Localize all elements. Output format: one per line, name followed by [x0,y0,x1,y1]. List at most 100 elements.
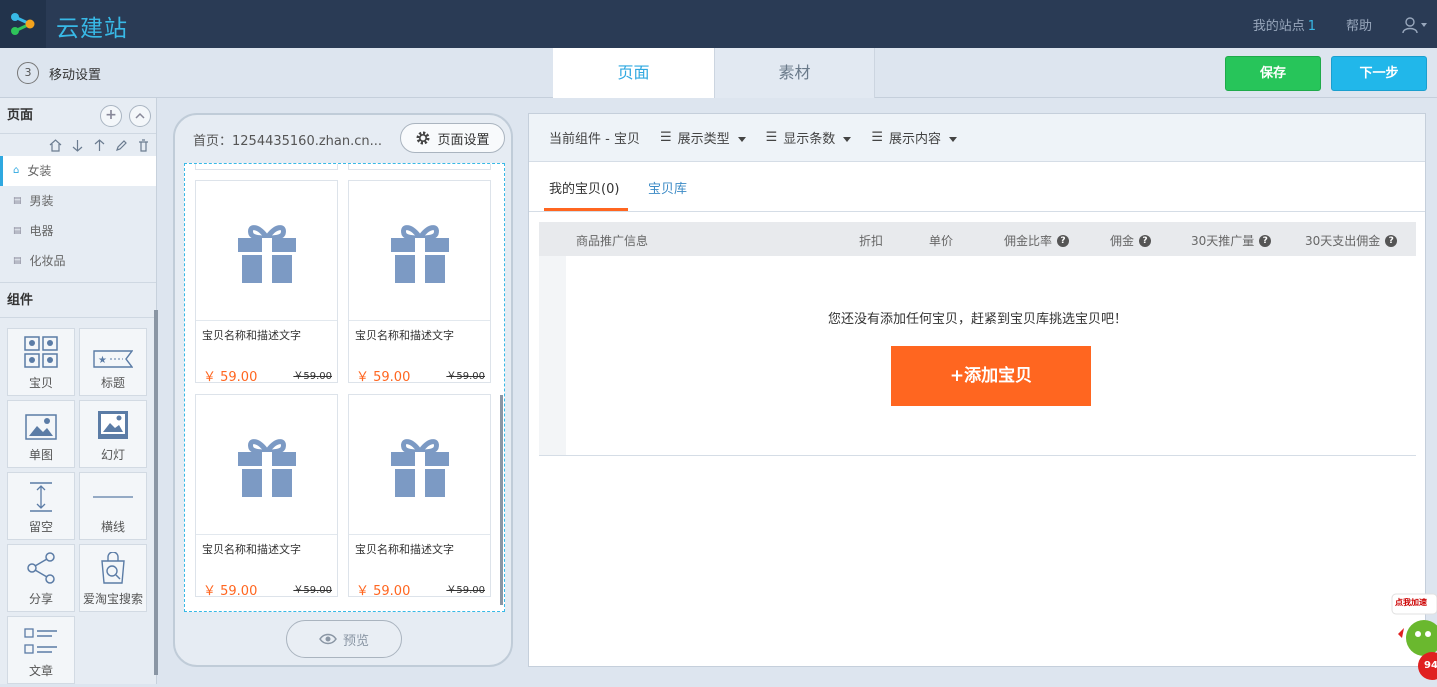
add-product-button[interactable]: +添加宝贝 [891,346,1091,406]
page-settings-label: 页面设置 [437,132,490,148]
add-page-button[interactable]: + [100,105,122,127]
column-header: 单价 [929,232,953,249]
help-icon[interactable]: ? [1385,234,1398,247]
gift-icon [237,438,296,498]
component-slideshow[interactable]: 幻灯 [79,400,147,468]
phone-scrollbar[interactable] [500,395,503,605]
component-spacer[interactable]: 留空 [7,472,75,540]
my-sites-link[interactable]: 我的站点 1 [1253,15,1316,34]
brand-name: 云建站 [56,16,128,42]
display-content-dropdown[interactable]: ☰ 展示内容 [871,128,957,147]
next-step-button[interactable]: 下一步 [1331,56,1427,91]
eye-icon [319,633,337,645]
title-icon: ★ [93,350,133,368]
tab-my-products[interactable]: 我的宝贝(0) [549,178,619,197]
page-item[interactable]: ▤ 电器 [0,216,156,246]
product-card[interactable]: 宝贝名称和描述文字 ￥ 59.00 ￥59.00 [348,180,491,385]
preview-button[interactable]: 预览 [286,620,402,658]
column-header: 商品推广信息 [576,232,648,249]
column-header: 30天推广量? [1191,232,1272,249]
component-label: 宝贝 [28,376,53,390]
left-sidebar: 页面 + ⌂ 女装 ▤ 男装 ▤ 电器 ▤ 化妆品 组件 宝贝 ★ 标题 单图 幻灯 [0,98,157,684]
slideshow-icon [98,411,128,439]
product-card[interactable]: 宝贝名称和描述文字 ￥ 59.00 ￥59.00 [195,394,338,599]
trash-icon[interactable] [137,138,150,152]
sidebar-scrollbar[interactable] [154,310,158,675]
product-price: ￥ 59.00 [356,370,411,385]
collapse-button[interactable] [129,105,151,127]
pages-title: 页面 [7,108,34,123]
component-label: 单图 [28,448,53,462]
chevron-down-icon [737,137,746,142]
grid-icon [24,336,58,368]
component-image[interactable]: 单图 [7,400,75,468]
product-card-partial[interactable] [195,164,338,170]
home-icon[interactable] [49,138,62,152]
empty-state: 您还没有添加任何宝贝，赶紧到宝贝库挑选宝贝吧！ +添加宝贝 [539,256,1416,456]
product-image [196,395,337,535]
page-item[interactable]: ▤ 男装 [0,186,156,216]
component-taobao-search[interactable]: 爱淘宝搜索 [79,544,147,612]
page-item[interactable]: ▤ 化妆品 [0,246,156,276]
component-label: 分享 [28,592,53,606]
component-label: 文章 [28,664,53,678]
product-card[interactable]: 宝贝名称和描述文字 ￥ 59.00 ￥59.00 [348,394,491,599]
my-sites-count: 1 [1307,19,1316,34]
arrow-down-icon[interactable] [71,139,84,152]
component-article[interactable]: 文章 [7,616,75,684]
component-toolbar: 当前组件 - 宝贝 ☰ 展示类型 ☰ 显示条数 ☰ 展示内容 [529,114,1425,162]
arrow-up-icon[interactable] [93,138,106,152]
column-header: 佣金比率? [1004,232,1070,249]
product-card[interactable]: 宝贝名称和描述文字 ￥ 59.00 ￥59.00 [195,180,338,385]
menu-icon: ☰ [871,130,883,145]
product-name: 宝贝名称和描述文字 [355,329,454,342]
edit-icon[interactable] [115,139,128,152]
tab-assets[interactable]: 素材 [714,48,875,98]
column-header: 折扣 [859,232,883,249]
page-item-label: 女装 [27,164,52,178]
help-icon[interactable]: ? [1139,234,1152,247]
display-count-dropdown[interactable]: ☰ 显示条数 [766,128,852,147]
tab-product-library[interactable]: 宝贝库 [648,178,687,197]
step-number: 3 [17,62,39,84]
page-item[interactable]: ⌂ 女装 [0,156,156,186]
image-icon [25,414,57,440]
product-card-partial[interactable] [348,164,491,170]
help-icon[interactable]: ? [1259,234,1272,247]
tab-page[interactable]: 页面 [553,48,714,98]
speed-up-widget[interactable]: 点我加速 94 [1388,590,1437,684]
chevron-down-icon [948,137,957,142]
speed-up-label: 点我加速 [1395,598,1427,607]
dropdown-label: 展示类型 [677,132,730,147]
svg-text:★: ★ [98,355,107,366]
article-icon [24,628,57,654]
product-image [349,181,490,321]
display-type-dropdown[interactable]: ☰ 展示类型 [660,128,746,147]
component-label: 爱淘宝搜索 [82,592,143,606]
product-name: 宝贝名称和描述文字 [202,329,301,342]
phone-page-url: 首页：1254435160.zhan.cn... [193,134,383,149]
help-icon[interactable]: ? [1057,234,1070,247]
component-share[interactable]: 分享 [7,544,75,612]
menu-icon: ☰ [765,130,778,145]
product-image [349,395,490,535]
share-icon [27,552,55,584]
column-label: 佣金 [1110,234,1135,248]
user-menu[interactable] [1402,16,1427,33]
help-link[interactable]: 帮助 [1346,15,1372,34]
page-settings-button[interactable]: 页面设置 [400,123,505,153]
save-button[interactable]: 保存 [1225,56,1321,91]
preview-label: 预览 [342,633,369,649]
logo[interactable] [0,0,46,48]
page-icon: ▤ [13,196,22,206]
component-title[interactable]: ★ 标题 [79,328,147,396]
gift-icon [237,224,296,284]
component-product[interactable]: 宝贝 [7,328,75,396]
component-divider[interactable]: 横线 [79,472,147,540]
product-old-price: ￥59.00 [293,371,332,382]
product-price: ￥ 59.00 [203,584,258,599]
top-bar: 云建站 我的站点 1 帮助 [0,0,1437,48]
components-grid: 宝贝 ★ 标题 单图 幻灯 留空 横线 分享 爱淘宝搜索 文章 [0,318,156,684]
page-icon: ▤ [13,256,22,266]
speed-up-value: 94 [1424,660,1437,671]
